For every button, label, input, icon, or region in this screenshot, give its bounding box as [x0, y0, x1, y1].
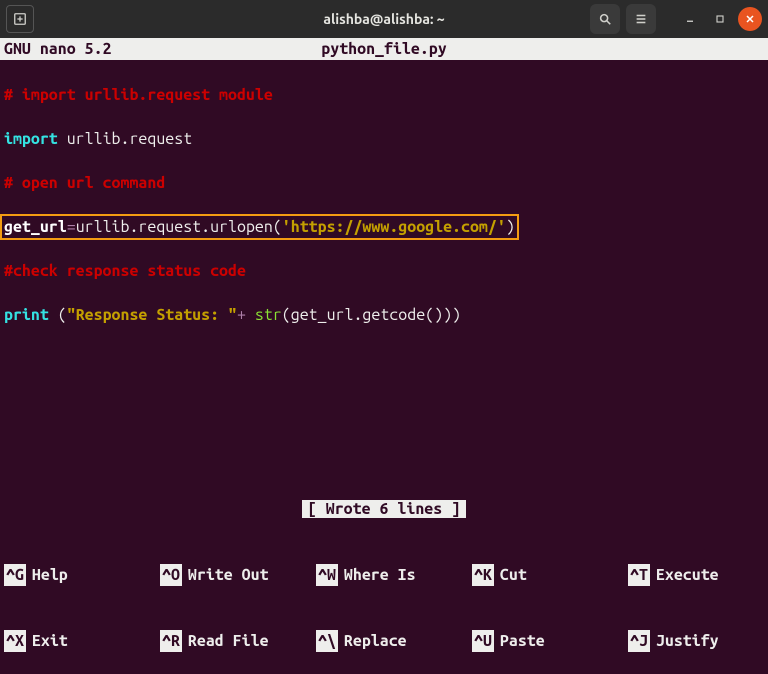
window-close-button[interactable] — [738, 7, 762, 31]
nano-filename: python_file.py — [321, 38, 446, 60]
code-line-3: # open url command — [4, 172, 764, 194]
shortcut-row-2: ^XExit ^RRead File ^\Replace ^UPaste ^JJ… — [4, 630, 764, 652]
code-line-6: print ("Response Status: "+ str(get_url.… — [4, 304, 764, 326]
shortcut-readfile: ^RRead File — [160, 630, 316, 652]
window-title: alishba@alishba: ~ — [323, 11, 444, 27]
code-editor-area[interactable]: # import urllib.request module import ur… — [0, 60, 768, 348]
nano-status-text: [ Wrote 6 lines ] — [302, 500, 466, 518]
window-maximize-button[interactable] — [708, 7, 732, 31]
shortcut-paste: ^UPaste — [472, 630, 628, 652]
shortcut-help: ^GHelp — [4, 564, 160, 586]
nano-version: GNU nano 5.2 — [4, 38, 112, 60]
shortcut-cut: ^KCut — [472, 564, 628, 586]
highlighted-line: get_url=urllib.request.urlopen('https://… — [0, 214, 519, 240]
shortcut-execute: ^TExecute — [628, 564, 768, 586]
nano-status-line: [ Wrote 6 lines ] — [0, 498, 768, 520]
shortcut-exit: ^XExit — [4, 630, 160, 652]
code-line-1: # import urllib.request module — [4, 84, 764, 106]
shortcut-justify: ^JJustify — [628, 630, 768, 652]
shortcut-row-1: ^GHelp ^OWrite Out ^WWhere Is ^KCut ^TEx… — [4, 564, 764, 586]
code-line-4: get_url=urllib.request.urlopen('https://… — [4, 216, 764, 238]
new-tab-button[interactable] — [6, 5, 34, 33]
shortcut-whereis: ^WWhere Is — [316, 564, 472, 586]
shortcut-writeout: ^OWrite Out — [160, 564, 316, 586]
shortcut-replace: ^\Replace — [316, 630, 472, 652]
window-titlebar: alishba@alishba: ~ — [0, 0, 768, 38]
hamburger-menu-button[interactable] — [626, 4, 656, 34]
nano-header-bar: GNU nano 5.2 python_file.py — [0, 38, 768, 60]
window-minimize-button[interactable] — [678, 7, 702, 31]
search-button[interactable] — [590, 4, 620, 34]
code-line-2: import urllib.request — [4, 128, 764, 150]
code-line-5: #check response status code — [4, 260, 764, 282]
nano-shortcuts-bar: ^GHelp ^OWrite Out ^WWhere Is ^KCut ^TEx… — [0, 520, 768, 564]
